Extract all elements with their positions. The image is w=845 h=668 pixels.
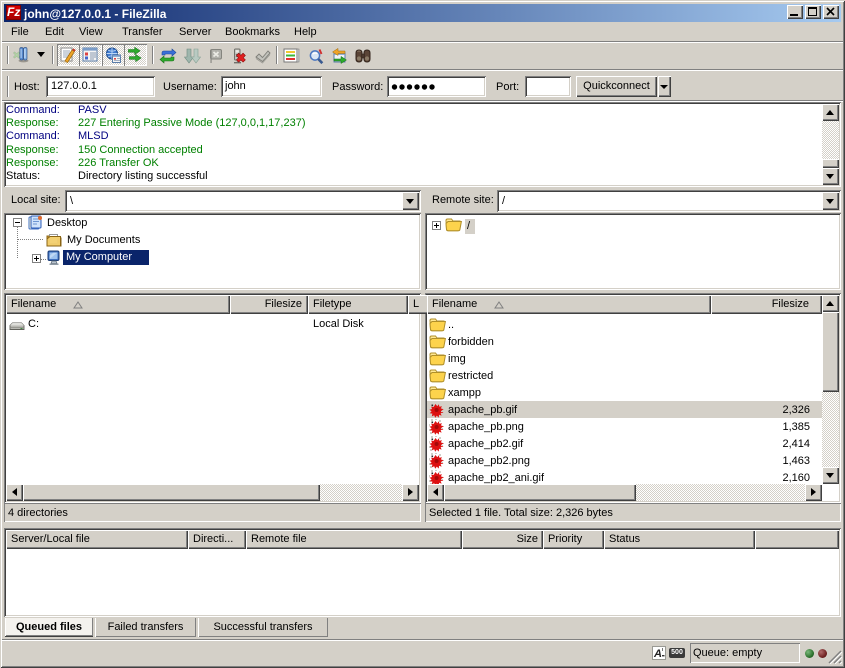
svg-text:A: A (653, 648, 662, 660)
